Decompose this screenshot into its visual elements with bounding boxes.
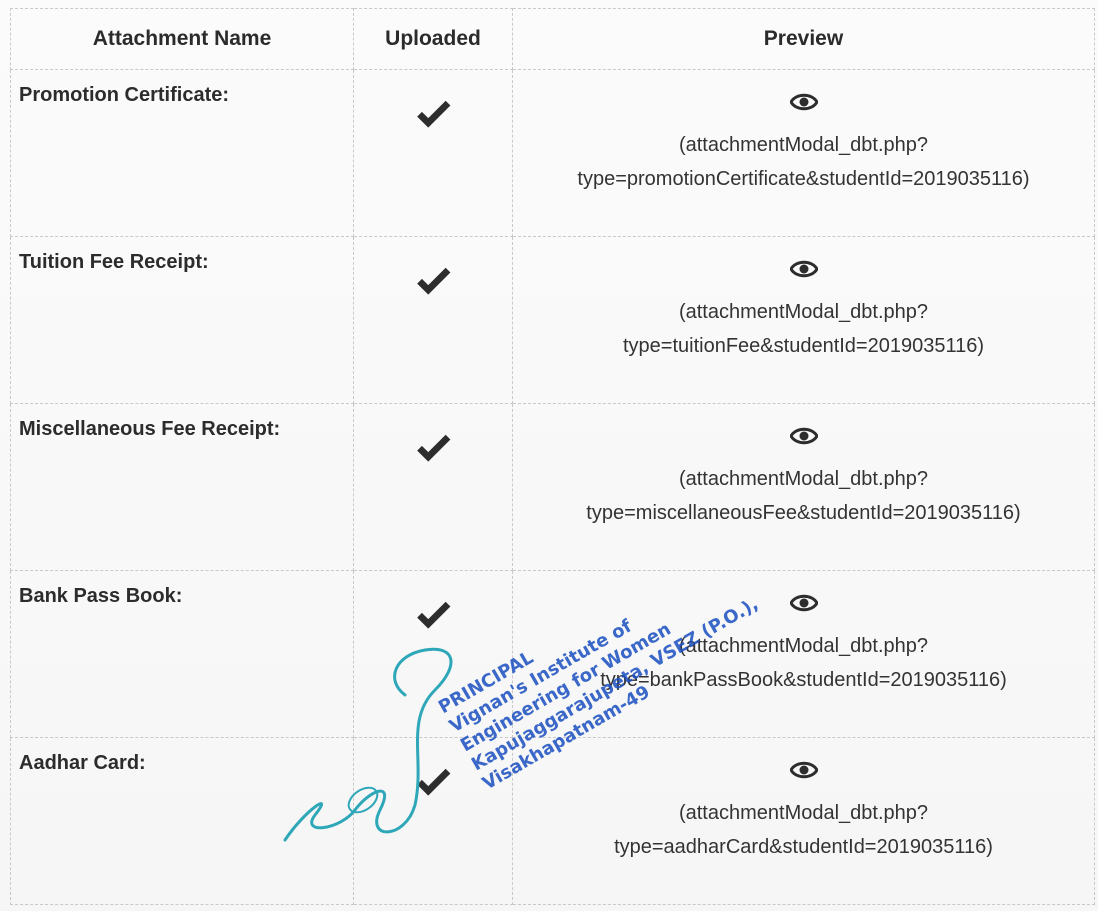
table-row: Miscellaneous Fee Receipt: (attachmentMo… <box>10 403 1095 571</box>
document-page: Attachment Name Uploaded Preview Promoti… <box>0 0 1098 911</box>
preview-link-line2[interactable]: type=miscellaneousFee&studentId=20190351… <box>514 496 1093 530</box>
preview-cell: (attachmentModal_dbt.php? type=aadharCar… <box>512 737 1095 905</box>
checkmark-icon <box>417 100 451 128</box>
preview-link-line2[interactable]: type=bankPassBook&studentId=2019035116) <box>514 663 1093 697</box>
eye-icon[interactable] <box>789 424 818 448</box>
preview-link-line1[interactable]: (attachmentModal_dbt.php? <box>514 295 1093 329</box>
uploaded-cell <box>353 403 513 571</box>
table-row: Promotion Certificate: (attachmentModal_… <box>10 69 1095 237</box>
eye-icon[interactable] <box>789 257 818 281</box>
table-row: Aadhar Card: (attachmentModal_dbt.php? t… <box>10 737 1095 905</box>
attachment-name: Tuition Fee Receipt: <box>10 236 354 404</box>
preview-link-line1[interactable]: (attachmentModal_dbt.php? <box>514 629 1093 663</box>
checkmark-icon <box>417 601 451 629</box>
uploaded-cell <box>353 69 513 237</box>
preview-link-line2[interactable]: type=tuitionFee&studentId=2019035116) <box>514 329 1093 363</box>
attachment-name: Aadhar Card: <box>10 737 354 905</box>
table-row: Tuition Fee Receipt: (attachmentModal_db… <box>10 236 1095 404</box>
checkmark-icon <box>417 267 451 295</box>
table-header-row: Attachment Name Uploaded Preview <box>10 8 1095 70</box>
preview-link-line1[interactable]: (attachmentModal_dbt.php? <box>514 462 1093 496</box>
preview-link-line2[interactable]: type=promotionCertificate&studentId=2019… <box>514 162 1093 196</box>
uploaded-cell <box>353 737 513 905</box>
uploaded-cell <box>353 570 513 738</box>
preview-link-line1[interactable]: (attachmentModal_dbt.php? <box>514 796 1093 830</box>
preview-cell: (attachmentModal_dbt.php? type=bankPassB… <box>512 570 1095 738</box>
table-row: Bank Pass Book: (attachmentModal_dbt.php… <box>10 570 1095 738</box>
header-attachment-name: Attachment Name <box>10 8 354 70</box>
attachment-name: Bank Pass Book: <box>10 570 354 738</box>
preview-link-line1[interactable]: (attachmentModal_dbt.php? <box>514 128 1093 162</box>
attachment-name: Miscellaneous Fee Receipt: <box>10 403 354 571</box>
header-preview: Preview <box>512 8 1095 70</box>
uploaded-cell <box>353 236 513 404</box>
eye-icon[interactable] <box>789 591 818 615</box>
preview-cell: (attachmentModal_dbt.php? type=miscellan… <box>512 403 1095 571</box>
checkmark-icon <box>417 768 451 796</box>
preview-cell: (attachmentModal_dbt.php? type=promotion… <box>512 69 1095 237</box>
checkmark-icon <box>417 434 451 462</box>
preview-link-line2[interactable]: type=aadharCard&studentId=2019035116) <box>514 830 1093 864</box>
preview-cell: (attachmentModal_dbt.php? type=tuitionFe… <box>512 236 1095 404</box>
attachments-table: Attachment Name Uploaded Preview Promoti… <box>10 8 1095 905</box>
eye-icon[interactable] <box>789 758 818 782</box>
eye-icon[interactable] <box>789 90 818 114</box>
attachment-name: Promotion Certificate: <box>10 69 354 237</box>
header-uploaded: Uploaded <box>353 8 513 70</box>
